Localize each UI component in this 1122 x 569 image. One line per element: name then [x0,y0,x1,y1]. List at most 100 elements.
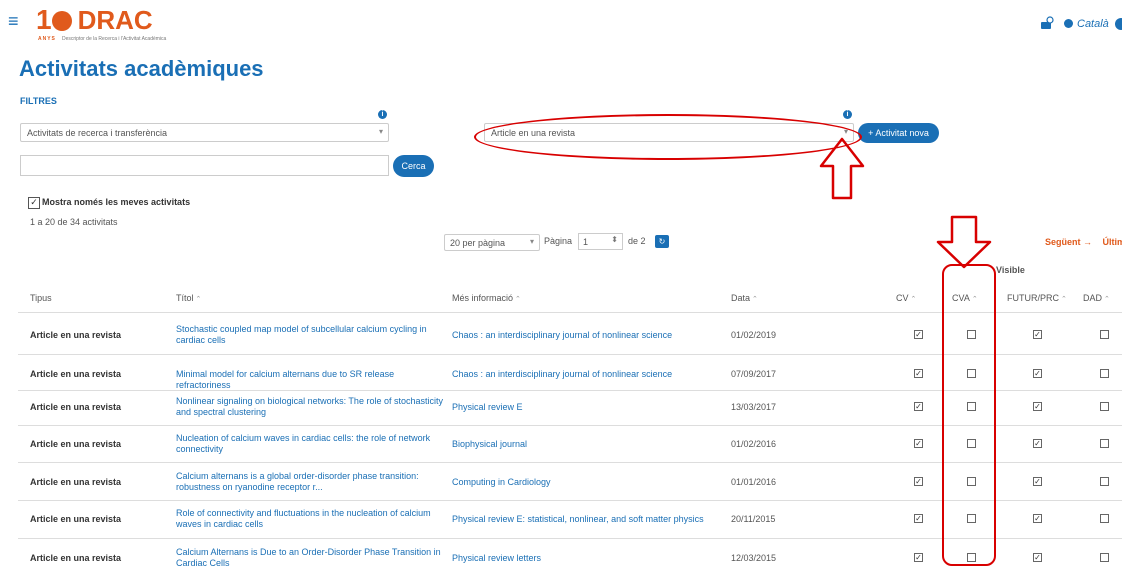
cell-tipus: Article en una revista [30,330,122,340]
category-select[interactable]: Activitats de recerca i transferència ▾ [20,123,389,142]
column-header-futur[interactable]: FUTUR/PRC ⌃ [1007,293,1067,303]
per-page-select[interactable]: 20 per pàgina ▾ [444,234,540,251]
cell-journal-link[interactable]: Physical review letters [452,553,541,563]
checkbox-cv[interactable]: ✓ [914,514,923,523]
only-mine-label: Mostra només les meves activitats [42,197,191,207]
checkbox-futur[interactable]: ✓ [1033,402,1042,411]
refresh-icon[interactable]: ↻ [655,235,669,248]
checkbox-futur[interactable]: ✓ [1033,369,1042,378]
sort-icon[interactable]: ⌃ [911,296,917,303]
avatar[interactable] [1115,18,1122,30]
stepper-icon[interactable]: ⬍ [611,235,618,244]
cell-date: 01/01/2016 [731,477,777,487]
category-select-value: Activitats de recerca i transferència [27,128,168,138]
logo-brand: DRAC [77,5,153,35]
column-header-tipus: Tipus [30,293,52,303]
sort-icon[interactable]: ⌃ [752,296,758,303]
checkbox-cv[interactable]: ✓ [914,477,923,486]
cell-title-link[interactable]: Nucleation of calcium waves in cardiac c… [176,433,446,455]
checkbox-futur[interactable]: ✓ [1033,477,1042,486]
checkbox-cv[interactable]: ✓ [914,439,923,448]
cell-date: 20/11/2015 [731,514,776,524]
sort-icon[interactable]: ⌃ [1104,296,1110,303]
cell-title-link[interactable]: Calcium alternans is a global order-diso… [176,471,446,493]
column-header-titol[interactable]: Títol ⌃ [176,293,201,303]
checkbox-dad[interactable] [1100,477,1109,486]
globe-icon [1064,19,1073,28]
info-icon[interactable]: i [843,110,852,119]
last-link[interactable]: Últim [1103,237,1122,247]
cell-journal-link[interactable]: Physical review E: statistical, nonlinea… [452,514,704,524]
visible-group-label: Visible [996,265,1025,275]
language-selector[interactable]: Català [1064,18,1109,30]
checkbox-cv[interactable]: ✓ [914,402,923,411]
cell-tipus: Article en una revista [30,514,122,524]
column-header-dad[interactable]: DAD ⌃ [1083,293,1110,303]
per-page-value: 20 per pàgina [450,238,506,248]
cell-title-link[interactable]: Calcium Alternans is Due to an Order-Dis… [176,547,446,569]
logo-subtitle: Descriptor de la Recerca i l'Activitat A… [62,36,167,42]
column-header-data[interactable]: Data ⌃ [731,293,758,303]
cell-title-link[interactable]: Nonlinear signaling on biological networ… [176,396,446,418]
page-input-value: 1 [583,237,589,247]
column-header-cv[interactable]: CV ⌃ [896,293,916,303]
language-label: Català [1077,18,1109,30]
cell-journal-link[interactable]: Chaos : an interdisciplinary journal of … [452,330,672,340]
checkbox-dad[interactable] [1100,514,1109,523]
checkbox-dad[interactable] [1100,330,1109,339]
info-icon[interactable]: i [378,110,387,119]
annotation-up-arrow [819,137,865,200]
sort-icon[interactable]: ⌃ [196,296,202,303]
cell-date: 01/02/2016 [731,439,777,449]
new-activity-button[interactable]: + Activitat nova [858,123,939,143]
checkbox-dad[interactable] [1100,402,1109,411]
page-input[interactable]: 1 ⬍ [578,233,623,250]
search-input[interactable] [20,155,389,176]
search-button[interactable]: Cerca [393,155,434,177]
cell-title-link[interactable]: Role of connectivity and fluctuations in… [176,508,446,530]
checkbox-dad[interactable] [1100,369,1109,378]
checkbox-dad[interactable] [1100,439,1109,448]
checkbox-dad[interactable] [1100,553,1109,562]
pagination-nav: Següent → Últim [1045,237,1122,247]
checkbox-futur[interactable]: ✓ [1033,439,1042,448]
annotation-rect [942,264,996,566]
chevron-down-icon: ▾ [378,127,383,136]
next-link[interactable]: Següent → [1045,237,1092,247]
annotation-ellipse [474,114,862,160]
checkbox-futur[interactable]: ✓ [1033,330,1042,339]
logo-anys: ANYS [38,36,56,42]
annotation-down-arrow [936,215,992,269]
hamburger-icon[interactable]: ≡ [8,12,19,30]
page-label: Pàgina [544,236,573,246]
cell-journal-link[interactable]: Computing in Cardiology [452,477,551,487]
cell-date: 13/03/2017 [731,402,777,412]
cell-tipus: Article en una revista [30,369,122,379]
checkbox-futur[interactable]: ✓ [1033,514,1042,523]
cell-tipus: Article en una revista [30,477,122,487]
cell-journal-link[interactable]: Biophysical journal [452,439,527,449]
page-title: Activitats acadèmiques [19,56,264,81]
filters-label: FILTRES [20,96,57,106]
sort-icon[interactable]: ⌃ [1061,296,1067,303]
checkbox-futur[interactable]: ✓ [1033,553,1042,562]
results-count: 1 a 20 de 34 activitats [30,217,118,227]
checkbox-cv[interactable]: ✓ [914,553,923,562]
cell-journal-link[interactable]: Physical review E [452,402,523,412]
column-header-mes[interactable]: Més informació ⌃ [452,293,521,303]
cell-tipus: Article en una revista [30,402,122,412]
checkbox-cv[interactable]: ✓ [914,330,923,339]
cell-title-link[interactable]: Minimal model for calcium alternans due … [176,369,446,391]
sort-icon[interactable]: ⌃ [515,296,521,303]
only-mine-checkbox[interactable]: ✓ [28,197,40,209]
logo-circle-icon [51,11,72,31]
user-icon[interactable] [1040,16,1054,30]
cell-tipus: Article en una revista [30,439,122,449]
cell-date: 07/09/2017 [731,369,777,379]
cell-date: 01/02/2019 [731,330,777,340]
cell-title-link[interactable]: Stochastic coupled map model of subcellu… [176,324,446,346]
cell-journal-link[interactable]: Chaos : an interdisciplinary journal of … [452,369,672,379]
chevron-down-icon: ▾ [529,237,534,246]
checkbox-cv[interactable]: ✓ [914,369,923,378]
cell-date: 12/03/2015 [731,553,777,563]
